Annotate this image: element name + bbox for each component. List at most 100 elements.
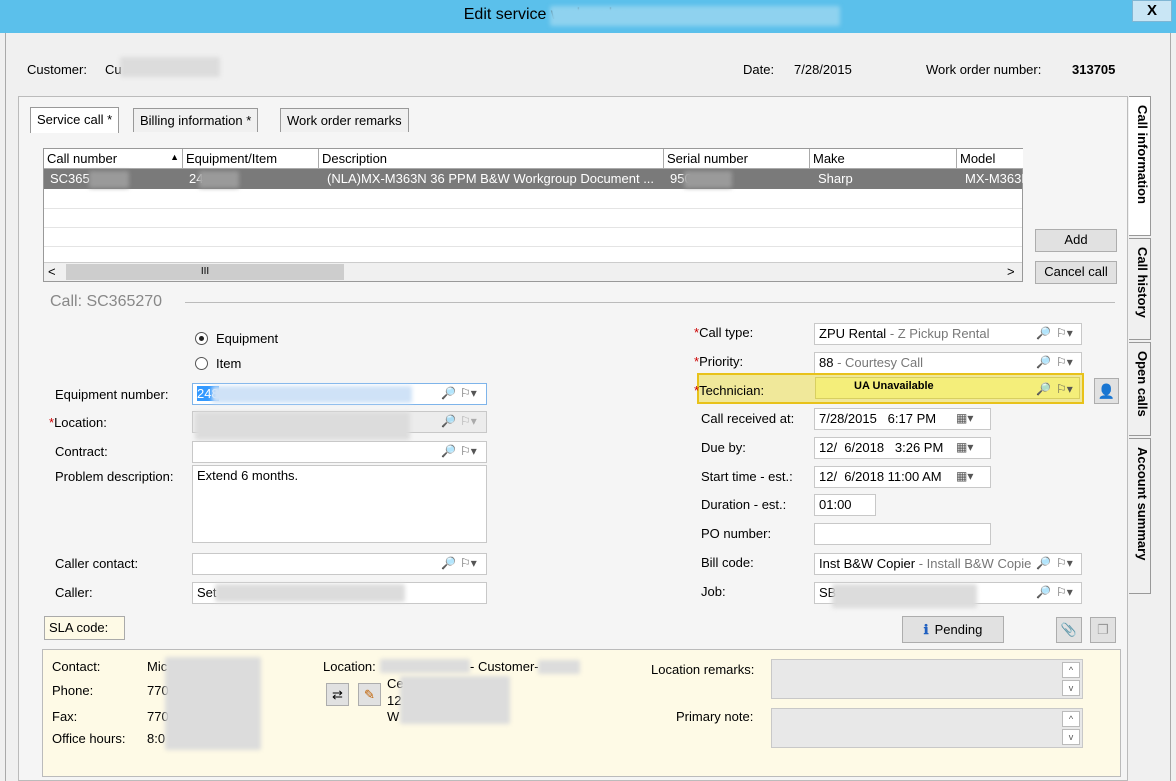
cell-description: (NLA)MX-M363N 36 PPM B&W Workgroup Docum… — [327, 171, 655, 186]
flag-icon[interactable]: ⚐▾ — [1056, 585, 1073, 599]
call-heading: Call: SC365270 — [50, 293, 163, 310]
redacted-cell — [89, 171, 129, 188]
search-icon[interactable]: 🔎 — [1036, 585, 1051, 599]
problem-description-label: Problem description: — [55, 469, 174, 484]
location-remarks-label: Location remarks: — [651, 662, 755, 677]
job-label: Job: — [701, 584, 726, 599]
redacted-title — [550, 6, 840, 26]
side-tab-call-information[interactable]: Call information — [1129, 96, 1151, 236]
primary-note-label: Primary note: — [676, 709, 754, 724]
date-value: 7/28/2015 — [794, 62, 852, 77]
col-call-number[interactable]: Call number ▲ — [44, 149, 183, 169]
redacted-field — [212, 386, 412, 403]
redacted-cell — [684, 171, 732, 188]
redacted-field — [832, 584, 977, 608]
po-number-field[interactable] — [814, 523, 991, 545]
scroll-down-icon[interactable]: v — [1062, 729, 1080, 745]
start-time-label: Start time - est.: — [701, 469, 793, 484]
flag-icon[interactable]: ⚐▾ — [460, 444, 477, 458]
col-make[interactable]: Make — [810, 149, 957, 169]
scroll-thumb[interactable]: III — [66, 264, 344, 280]
scroll-left-icon[interactable]: < — [48, 264, 56, 279]
close-button[interactable]: X — [1132, 0, 1172, 22]
col-equipment-item[interactable]: Equipment/Item — [183, 149, 319, 169]
search-icon[interactable]: 🔎 — [441, 386, 456, 400]
redacted-address — [400, 676, 510, 724]
location-customer: - Customer- — [470, 659, 539, 674]
search-icon[interactable]: 🔎 — [1036, 326, 1051, 340]
flag-icon[interactable]: ⚐▾ — [1056, 355, 1073, 369]
address-line-3: W — [387, 709, 400, 724]
side-tab-call-history[interactable]: Call history — [1129, 238, 1151, 340]
search-icon[interactable]: 🔎 — [1036, 355, 1051, 369]
side-tab-open-calls[interactable]: Open calls — [1129, 342, 1151, 436]
location-label: *Location: — [49, 415, 107, 430]
paperclip-icon[interactable]: 📎 — [1056, 617, 1082, 643]
flag-icon[interactable]: ⚐▾ — [1056, 326, 1073, 340]
scroll-up-icon[interactable]: ^ — [1062, 711, 1080, 727]
duration-label: Duration - est.: — [701, 497, 787, 512]
calendar-icon[interactable]: ▦▾ — [956, 469, 973, 483]
search-icon[interactable]: 🔎 — [1036, 382, 1051, 396]
location-remarks-field[interactable] — [771, 659, 1083, 699]
redacted-cell — [199, 171, 239, 188]
flag-icon[interactable]: ⚐▾ — [460, 386, 477, 400]
redacted-contact — [165, 657, 261, 750]
caller-contact-label: Caller contact: — [55, 556, 139, 571]
fax-label: Fax: — [52, 709, 78, 724]
phone-label: Phone: — [52, 683, 94, 698]
pending-button[interactable]: ℹ Pending — [902, 616, 1004, 643]
equipment-radio[interactable] — [195, 332, 208, 345]
date-label: Date: — [743, 62, 775, 77]
office-hours-value: 8:0 — [147, 731, 166, 746]
grid-line — [44, 227, 1022, 228]
po-number-label: PO number: — [701, 526, 772, 541]
scroll-down-icon[interactable]: v — [1062, 680, 1080, 696]
sla-code-box: SLA code: — [44, 616, 125, 640]
pencil-icon[interactable]: ✎ — [358, 683, 381, 706]
duration-field[interactable]: 01:00 — [814, 494, 876, 516]
calendar-icon[interactable]: ▦▾ — [956, 411, 973, 425]
tab-work-order-remarks[interactable]: Work order remarks — [280, 108, 409, 132]
side-tab-account-summary[interactable]: Account summary — [1129, 438, 1151, 594]
search-icon[interactable]: 🔎 — [1036, 556, 1051, 570]
flag-icon[interactable]: ⚐▾ — [1056, 556, 1073, 570]
scroll-right-icon[interactable]: > — [1007, 264, 1015, 279]
call-received-label: Call received at: — [701, 411, 795, 426]
flag-icon[interactable]: ⚐▾ — [1056, 382, 1073, 396]
problem-description-field[interactable]: Extend 6 months. — [192, 465, 487, 543]
col-serial-number[interactable]: Serial number — [664, 149, 810, 169]
call-type-label: *Call type: — [694, 325, 754, 340]
contract-label: Contract: — [55, 444, 108, 459]
scroll-up-icon[interactable]: ^ — [1062, 662, 1080, 678]
primary-note-field[interactable] — [771, 708, 1083, 748]
due-by-label: Due by: — [701, 440, 746, 455]
flag-icon[interactable]: ⚐▾ — [460, 556, 477, 570]
technician-label: *Technician: — [694, 383, 765, 398]
cancel-call-button[interactable]: Cancel call — [1035, 261, 1117, 284]
tab-billing-information[interactable]: Billing information * — [133, 108, 259, 132]
wo-number: 313705 — [1072, 62, 1116, 77]
add-button[interactable]: Add — [1035, 229, 1117, 252]
grid-line — [44, 208, 1022, 209]
col-description[interactable]: Description — [319, 149, 664, 169]
horizontal-scrollbar[interactable]: < III > — [44, 262, 1022, 281]
cell-make: Sharp — [818, 171, 853, 186]
wo-label: Work order number: — [926, 62, 1042, 77]
customer-label: Customer: — [27, 62, 87, 77]
search-icon[interactable]: 🔎 — [441, 444, 456, 458]
arrows-icon[interactable]: ⇄ — [326, 683, 349, 706]
tab-service-call[interactable]: Service call * — [30, 107, 120, 133]
redacted-field — [195, 412, 410, 440]
redacted-location — [380, 659, 470, 673]
title-bar: Edit service work order - X — [0, 0, 1176, 33]
col-model[interactable]: Model — [957, 149, 1023, 169]
person-icon[interactable]: 👤 — [1094, 378, 1119, 404]
copy-icon[interactable]: ❐ — [1090, 617, 1116, 643]
search-icon[interactable]: 🔎 — [441, 556, 456, 570]
calendar-icon[interactable]: ▦▾ — [956, 440, 973, 454]
item-radio[interactable] — [195, 357, 208, 370]
location-footer-label: Location: — [323, 659, 376, 674]
item-radio-label: Item — [216, 356, 242, 371]
bill-code-label: Bill code: — [701, 555, 754, 570]
